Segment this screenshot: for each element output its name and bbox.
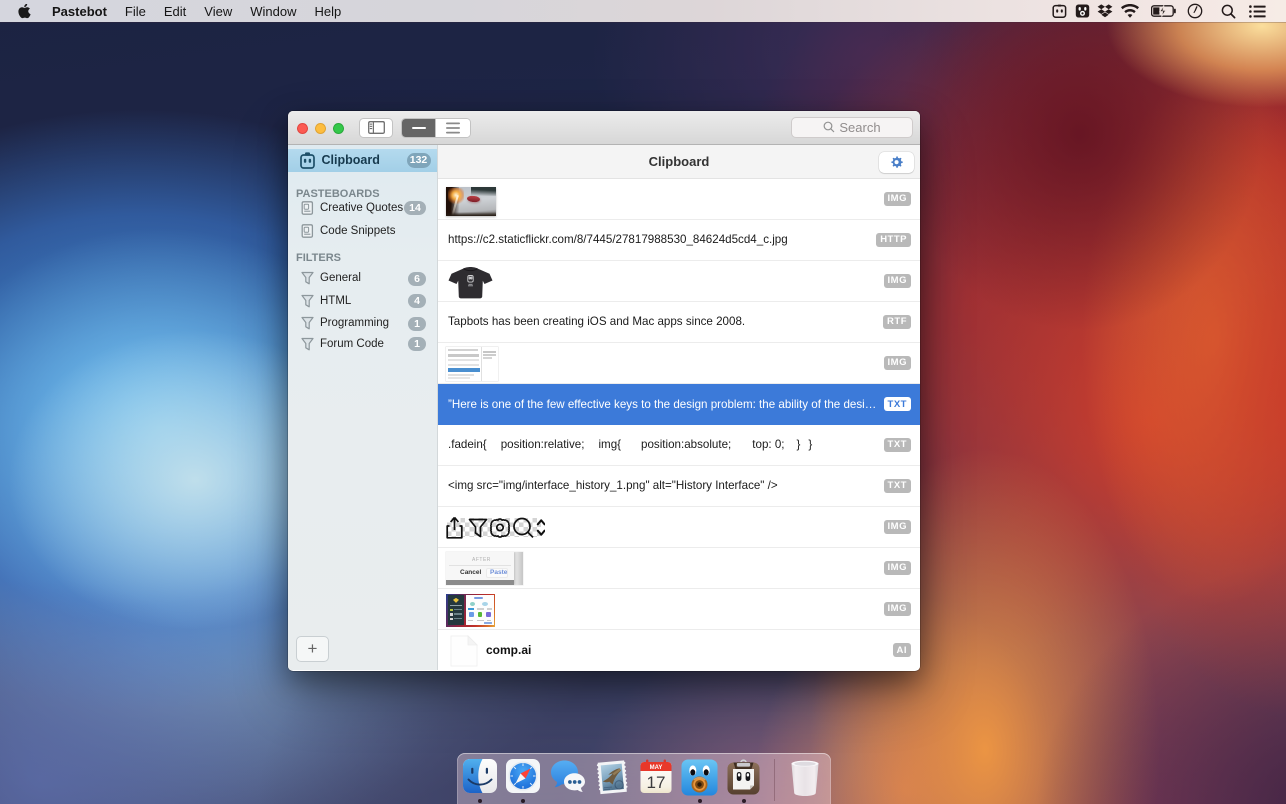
svg-text:MAY: MAY — [650, 765, 663, 771]
svg-text:17: 17 — [647, 773, 666, 792]
